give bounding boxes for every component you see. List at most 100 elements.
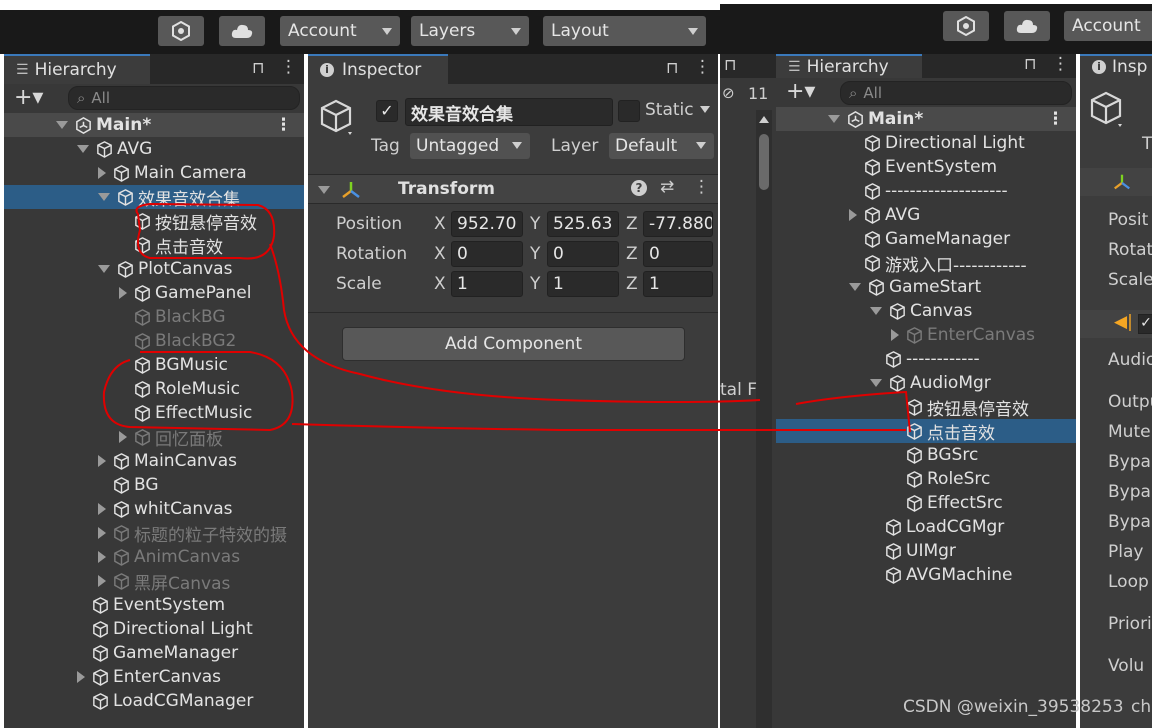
scl-x-field[interactable]: 1 [451,271,523,297]
transform-header[interactable]: Transform ? ⇄ ⋮ [308,174,718,204]
hierarchy-row[interactable]: BG [4,473,304,497]
hierarchy-row[interactable]: EventSystem [776,155,1076,179]
fold-closed-icon[interactable] [98,527,106,539]
hierarchy-row[interactable]: LoadCGMgr [776,515,1076,539]
scene-more-icon[interactable]: ⋮ [1047,109,1064,129]
static-checkbox[interactable] [618,100,640,122]
transform-fold-icon[interactable] [318,186,330,194]
right-hierarchy-search[interactable]: ⌕ All [840,81,1072,105]
fold-closed-icon[interactable] [891,329,899,341]
hierarchy-row[interactable]: BlackBG2 [4,329,304,353]
layout-dropdown[interactable]: Layout [543,16,706,46]
lock-icon[interactable]: ⊓ [252,58,264,77]
rot-y-field[interactable]: 0 [547,241,619,267]
component-more-icon[interactable]: ⋮ [693,177,710,197]
fold-open-icon[interactable] [849,283,861,291]
hierarchy-row[interactable]: RoleMusic [4,377,304,401]
layer-dropdown[interactable]: Default [609,133,714,159]
hierarchy-row[interactable]: -------------------- [776,179,1076,203]
hierarchy-row[interactable]: GameManager [776,227,1076,251]
hierarchy-row[interactable]: MainCanvas [4,449,304,473]
z-axis-label[interactable]: Z [626,244,638,264]
hierarchy-row[interactable]: EventSystem [4,593,304,617]
fold-open-icon[interactable] [77,145,89,153]
account-dropdown[interactable]: Account [280,16,400,46]
visibility-icon[interactable]: ⊘ [722,84,735,102]
pos-y-field[interactable]: 525.63 [547,211,619,237]
hierarchy-row[interactable]: 点击音效 [776,419,1076,444]
scl-z-field[interactable]: 1 [643,271,713,297]
hierarchy-row[interactable]: Main* ⋮ [4,113,304,137]
fold-closed-icon[interactable] [849,209,857,221]
hierarchy-row[interactable]: Directional Light [776,131,1076,155]
inspector-tab[interactable]: i Inspector [308,54,448,84]
hierarchy-row[interactable]: EnterCanvas [776,323,1076,347]
fold-open-icon[interactable] [828,115,840,123]
fold-closed-icon[interactable] [98,455,106,467]
left-hierarchy-search[interactable]: ⌕ All [68,86,300,110]
hierarchy-row[interactable]: Main* ⋮ [776,107,1076,131]
hierarchy-row[interactable]: EffectMusic [4,401,304,425]
more-icon[interactable]: ⋮ [280,57,297,77]
hierarchy-row[interactable]: GamePanel [4,281,304,305]
fold-closed-icon[interactable] [98,551,106,563]
hierarchy-row[interactable]: AVGMachine [776,563,1076,587]
right-cloud-icon-button[interactable] [1004,11,1050,41]
y-axis-label[interactable]: Y [530,274,540,294]
preset-icon[interactable]: ⇄ [660,177,674,197]
fold-open-icon[interactable] [98,193,110,201]
fold-closed-icon[interactable] [119,431,127,443]
fold-open-icon[interactable] [870,307,882,315]
hierarchy-row[interactable]: GameStart [776,275,1076,299]
hierarchy-row[interactable]: RoleSrc [776,467,1076,491]
z-axis-label[interactable]: Z [626,274,638,294]
hierarchy-row[interactable]: 按钮悬停音效 [776,395,1076,420]
hierarchy-row[interactable]: BGMusic [4,353,304,377]
hierarchy-row[interactable]: UIMgr [776,539,1076,563]
hierarchy-row[interactable]: AnimCanvas [4,545,304,569]
fold-closed-icon[interactable] [98,575,106,587]
hierarchy-row[interactable]: PlotCanvas [4,257,304,281]
scene-more-icon[interactable]: ⋮ [275,115,292,135]
middle-lock-icon[interactable]: ⊓ [724,55,736,74]
active-checkbox[interactable]: ✓ [376,100,398,122]
right-lock-icon[interactable]: ⊓ [1024,54,1036,73]
hierarchy-row[interactable]: Directional Light [4,617,304,641]
right-hierarchy-tab[interactable]: ☰ Hierarchy [776,54,922,78]
hierarchy-row[interactable]: AVG [776,203,1076,227]
right-more-icon[interactable]: ⋮ [1052,54,1069,74]
object-name-field[interactable]: 效果音效合集 [405,98,613,126]
tag-dropdown[interactable]: Untagged [410,133,530,159]
right-audio-checkbox[interactable]: ✓ [1138,314,1152,334]
hierarchy-row[interactable]: 游戏入口------------ [776,251,1076,276]
hierarchy-row[interactable]: AudioMgr [776,371,1076,395]
hierarchy-row[interactable]: ------------ [776,347,1076,371]
fold-open-icon[interactable] [870,379,882,387]
hierarchy-row[interactable]: LoadCGManager [4,689,304,713]
hierarchy-row[interactable]: EffectSrc [776,491,1076,515]
static-dropdown-arrow-icon[interactable] [700,106,710,113]
static-label[interactable]: Static [645,100,694,120]
hierarchy-row[interactable]: AVG [4,137,304,161]
rot-x-field[interactable]: 0 [451,241,523,267]
hierarchy-row[interactable]: 回忆面板 [4,425,304,450]
x-axis-label[interactable]: X [434,274,446,294]
help-icon[interactable]: ? [631,180,647,196]
fold-open-icon[interactable] [98,265,110,273]
right-add-icon[interactable]: +▾ [786,79,815,104]
fold-closed-icon[interactable] [98,167,106,179]
hierarchy-row[interactable]: BlackBG [4,305,304,329]
right-collab-icon-button[interactable] [943,11,989,41]
fold-closed-icon[interactable] [77,671,85,683]
fold-closed-icon[interactable] [119,287,127,299]
hierarchy-row[interactable]: 标题的粒子特效的摄 [4,521,304,546]
y-axis-label[interactable]: Y [530,244,540,264]
x-axis-label[interactable]: X [434,214,446,234]
pos-z-field[interactable]: -77.880 [643,211,713,237]
inspector-lock-icon[interactable]: ⊓ [666,58,678,77]
hierarchy-row[interactable]: 点击音效 [4,233,304,258]
fold-closed-icon[interactable] [98,503,106,515]
y-axis-label[interactable]: Y [530,214,540,234]
z-axis-label[interactable]: Z [626,214,638,234]
add-icon[interactable]: +▾ [14,85,43,110]
